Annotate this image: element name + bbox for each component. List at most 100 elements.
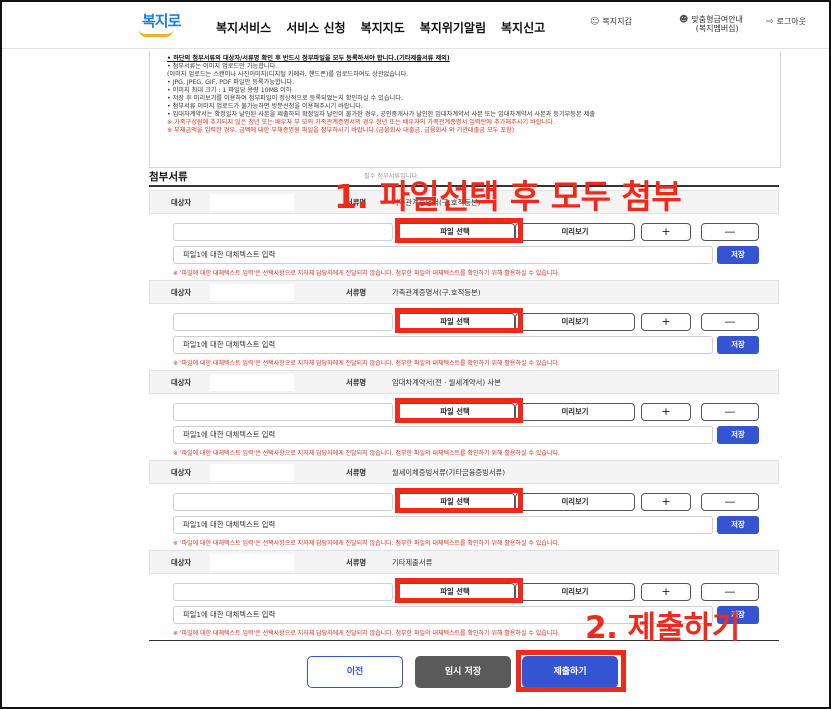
add-file-button[interactable]: +: [641, 313, 691, 331]
attachment-header: 대상자 서류명 임대차계약서(전 · 월세계약서) 사본: [149, 370, 779, 394]
doc-name: 월세이체증빙서류(기타금융증빙서류): [392, 468, 506, 477]
add-file-button[interactable]: +: [641, 583, 691, 601]
select-file-button[interactable]: 파일 선택: [395, 493, 515, 511]
file-path-field[interactable]: [173, 313, 393, 331]
annotation-step2: 2. 제출하기: [585, 610, 740, 646]
site-logo[interactable]: 복지로: [142, 10, 181, 31]
custom-benefit-line1: 맞춤형급여안내: [691, 15, 743, 24]
notice-line: • 저장 후 미리보기를 이용하여 첨부파일이 정상적으로 등록되었는지 확인하…: [167, 95, 403, 102]
add-file-button[interactable]: +: [641, 223, 691, 241]
custom-benefit-link[interactable]: ☻ 맞춤형급여안내 (복지멤버십): [679, 15, 743, 34]
alt-text-notice: ※ '파일에 대한 대체텍스트 입력'은 선택사항으로 지자체 담당자에게 전달…: [173, 540, 560, 547]
remove-file-button[interactable]: —: [701, 493, 759, 511]
notice-line: (이미지 업로드는 스캔이나 사진이미지(디지털 카메라, 핸드폰)를 업로드하…: [167, 71, 409, 78]
file-path-field[interactable]: [173, 493, 393, 511]
logout-icon: ⇨: [766, 17, 774, 27]
alt-text-input[interactable]: 파일1에 대한 대체텍스트 입력: [173, 426, 713, 444]
doc-name-label: 서류명: [346, 378, 367, 387]
add-file-button[interactable]: +: [641, 493, 691, 511]
attachment-block: 대상자 서류명 월세이체증빙서류(기타금융증빙서류) 파일 선택 미리보기 + …: [149, 460, 779, 550]
target-name-masked: [210, 374, 294, 391]
doc-name: 기타제출서류: [392, 558, 433, 567]
select-file-button[interactable]: 파일 선택: [395, 313, 515, 331]
notice-line-warning: ※ 부채금액을 입력한 경우, 금액에 대한 부채증명원 파일을 첨부하시기 바…: [167, 127, 515, 134]
attachment-header: 대상자 서류명 월세이체증빙서류(기타금융증빙서류): [149, 460, 779, 484]
attachment-header: 대상자 서류명 가족관계증명서(구.호적등본): [149, 280, 779, 304]
attachment-header: 대상자 서류명 기타제출서류: [149, 550, 779, 574]
save-button[interactable]: 저장: [717, 426, 759, 444]
target-name-masked: [210, 464, 294, 481]
alt-text-input[interactable]: 파일1에 대한 대체텍스트 입력: [173, 516, 713, 534]
logout-label: 로그아웃: [776, 17, 806, 26]
person-icon: ☺: [590, 17, 600, 27]
nav-welfare-report[interactable]: 복지신고: [501, 19, 545, 36]
nav-crisis-alert[interactable]: 복지위기알림: [420, 19, 486, 36]
notice-line: • 하단의 첨부서류의 대상자/서류명 확인 후 반드시 첨부파일을 모두 등록…: [167, 55, 450, 62]
temp-save-button[interactable]: 임시 저장: [415, 656, 511, 688]
select-file-button[interactable]: 파일 선택: [395, 403, 515, 421]
remove-file-button[interactable]: —: [701, 403, 759, 421]
target-name-masked: [210, 194, 294, 211]
doc-name: 가족관계증명서(구.호적등본): [392, 288, 481, 297]
alt-text-input[interactable]: 파일1에 대한 대체텍스트 입력: [173, 336, 713, 354]
preview-button[interactable]: 미리보기: [515, 493, 635, 511]
logo-wave: [139, 30, 173, 37]
notice-line-warning: ※ 가족구성원에 추가되지 않은 청년 또는 배우자 부 모의 가족관계증명서의…: [167, 119, 555, 126]
attachment-block: 대상자 서류명 가족관계증명서(구.호적등본) 파일 선택 미리보기 + — 파…: [149, 280, 779, 370]
nav-service-apply[interactable]: 서비스 신청: [286, 19, 345, 36]
file-path-field[interactable]: [173, 403, 393, 421]
alt-text-notice: ※ '파일에 대한 대체텍스트 입력'은 선택사항으로 지자체 담당자에게 전달…: [173, 360, 560, 367]
target-name-masked: [210, 554, 294, 571]
doc-name-label: 서류명: [346, 558, 367, 567]
alt-text-notice: ※ '파일에 대한 대체텍스트 입력'은 선택사항으로 지자체 담당자에게 전달…: [173, 630, 560, 637]
page-frame: 복지로 복지서비스 서비스 신청 복지지도 복지위기알림 복지신고 ☺ 복지지갑…: [0, 0, 831, 709]
annotation-step1: 1. 파일선택 후 모두 첨부: [334, 177, 682, 216]
nav-welfare-map[interactable]: 복지지도: [361, 19, 405, 36]
target-name-masked: [210, 284, 294, 301]
attachment-block: 대상자 서류명 임대차계약서(전 · 월세계약서) 사본 파일 선택 미리보기 …: [149, 370, 779, 460]
alt-text-input[interactable]: 파일1에 대한 대체텍스트 입력: [173, 246, 713, 264]
file-path-field[interactable]: [173, 583, 393, 601]
remove-file-button[interactable]: —: [701, 583, 759, 601]
custom-benefit-text: 맞춤형급여안내 (복지멤버십): [691, 15, 743, 34]
alt-text-notice: ※ '파일에 대한 대체텍스트 입력'은 선택사항으로 지자체 담당자에게 전달…: [173, 270, 560, 277]
alt-text-notice: ※ '파일에 대한 대체텍스트 입력'은 선택사항으로 지자체 담당자에게 전달…: [173, 450, 560, 457]
preview-button[interactable]: 미리보기: [515, 313, 635, 331]
target-label: 대상자: [171, 198, 192, 207]
select-file-button[interactable]: 파일 선택: [395, 583, 515, 601]
welfare-wallet-link[interactable]: ☺ 복지지갑: [590, 17, 632, 28]
target-label: 대상자: [171, 468, 192, 477]
section-title: 첨부서류: [149, 171, 188, 183]
save-button[interactable]: 저장: [717, 246, 759, 264]
user-plus-icon: ☻: [679, 15, 689, 25]
preview-button[interactable]: 미리보기: [515, 583, 635, 601]
target-label: 대상자: [171, 288, 192, 297]
welfare-wallet-label: 복지지갑: [602, 17, 632, 26]
save-button[interactable]: 저장: [717, 516, 759, 534]
submit-button[interactable]: 제출하기: [522, 656, 618, 688]
preview-button[interactable]: 미리보기: [515, 223, 635, 241]
notice-line: • 첨부서류 이미지 업로드가 불가능하면 방문신청을 이용해주시기 바랍니다.: [167, 103, 363, 110]
header: 복지로 복지서비스 서비스 신청 복지지도 복지위기알림 복지신고 ☺ 복지지갑…: [2, 2, 829, 49]
nav-welfare-services[interactable]: 복지서비스: [216, 19, 271, 36]
notice-line: • 이미지 최대 크기 : 1 파일당 용량 10MB 이하: [167, 87, 292, 94]
prev-button[interactable]: 이전: [307, 656, 403, 688]
main-nav: 복지서비스 서비스 신청 복지지도 복지위기알림 복지신고: [216, 19, 545, 36]
preview-button[interactable]: 미리보기: [515, 403, 635, 421]
add-file-button[interactable]: +: [641, 403, 691, 421]
target-label: 대상자: [171, 558, 192, 567]
notice-line: • 임대차계약서는 확정일자 날인된 사본을 제출하되 확정일자 날인이 불가한…: [167, 111, 596, 118]
logout-link[interactable]: ⇨ 로그아웃: [766, 17, 806, 28]
doc-name: 임대차계약서(전 · 월세계약서) 사본: [392, 378, 501, 387]
remove-file-button[interactable]: —: [701, 223, 759, 241]
doc-name-label: 서류명: [346, 288, 367, 297]
custom-benefit-line2: (복지멤버십): [695, 23, 739, 33]
notice-line: • JPG, JPEG, GIF, PDF 파일만 등록가능합니다.: [167, 79, 295, 86]
file-path-field[interactable]: [173, 223, 393, 241]
save-button[interactable]: 저장: [717, 336, 759, 354]
notice-line: • 첨부서류는 이미지 업로드만 가능합니다.: [167, 63, 278, 70]
select-file-button[interactable]: 파일 선택: [395, 223, 515, 241]
target-label: 대상자: [171, 378, 192, 387]
doc-name-label: 서류명: [346, 468, 367, 477]
remove-file-button[interactable]: —: [701, 313, 759, 331]
